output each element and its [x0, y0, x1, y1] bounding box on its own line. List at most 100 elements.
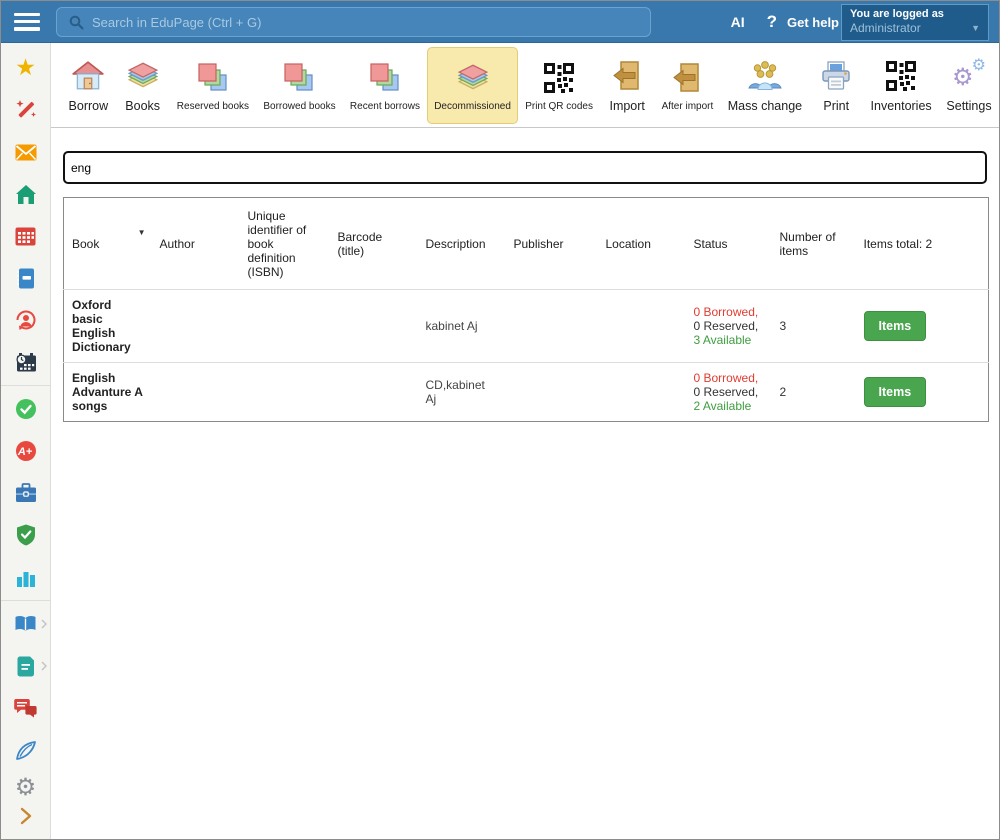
sidebar-item-home[interactable] — [1, 173, 51, 215]
column-header-author[interactable]: Author — [152, 198, 240, 290]
status-reserved: 0 Reserved, — [694, 385, 759, 399]
isbn-cell — [240, 363, 330, 422]
sidebar-item-wizard[interactable] — [1, 89, 51, 131]
top-bar: AI ? Get help You are logged as Administ… — [1, 1, 999, 43]
logged-as-label: You are logged as — [850, 8, 980, 20]
sidebar-item-notes[interactable] — [1, 645, 51, 687]
sidebar-divider — [1, 385, 50, 386]
envelope-icon — [15, 144, 37, 161]
star-icon: ★ — [15, 57, 36, 80]
calendar-icon — [15, 226, 36, 246]
timetable-calendar-clock-icon — [15, 352, 37, 373]
toolbar-item-borrow[interactable]: Borrow — [61, 47, 116, 124]
books-table: Book ▼ Author Unique identifier of book … — [63, 197, 987, 422]
sidebar-item-results[interactable] — [1, 556, 51, 598]
toolbar-item-import[interactable]: Import — [600, 47, 654, 124]
toolbar-item-label: Borrow — [69, 99, 109, 113]
expand-chevron-icon — [20, 807, 32, 825]
column-header-isbn[interactable]: Unique identifier of book definition (IS… — [240, 198, 330, 290]
get-help-button[interactable]: ? Get help — [767, 12, 839, 32]
toolbar-item-decommissioned[interactable]: Decommissioned — [427, 47, 518, 124]
attendance-check-icon — [15, 398, 37, 420]
question-mark-icon: ? — [767, 12, 777, 32]
sidebar-divider — [1, 600, 50, 601]
sidebar-item-favorites[interactable]: ★ — [1, 47, 51, 89]
sidebar-item-notebook[interactable] — [1, 257, 51, 299]
toolbar-item-label: Import — [609, 99, 644, 113]
toolbar-item-label: Print — [823, 99, 849, 113]
location-cell — [598, 363, 686, 422]
sidebar-item-settings[interactable]: ⚙ — [1, 771, 51, 803]
sidebar-item-grades[interactable]: A+ — [1, 430, 51, 472]
sidebar-item-agenda-briefcase[interactable] — [1, 472, 51, 514]
column-header-book[interactable]: Book ▼ — [64, 198, 152, 290]
toolbar-item-reserved-books[interactable]: Reserved books — [170, 47, 257, 124]
sidebar-item-chat[interactable] — [1, 687, 51, 729]
topbar-actions: AI ? Get help — [731, 1, 839, 43]
hamburger-menu-icon[interactable] — [14, 13, 40, 31]
sidebar-expand-button[interactable] — [1, 803, 51, 829]
column-header-number-of-items[interactable]: Number of items — [772, 198, 856, 290]
account-dropdown[interactable]: You are logged as Administrator ▼ — [841, 4, 989, 41]
book-title: English Advanture A songs — [64, 363, 152, 422]
toolbar-item-label: Print QR codes — [525, 101, 593, 112]
column-header-status[interactable]: Status — [686, 198, 772, 290]
notebook-icon — [16, 268, 36, 289]
qr-code-icon — [543, 59, 575, 97]
status-cell: 0 Borrowed, 0 Reserved, 2 Available — [686, 363, 772, 422]
toolbar-item-settings[interactable]: ⚙⚙ Settings — [939, 47, 999, 124]
column-header-label: Book — [72, 237, 99, 251]
house-icon — [15, 184, 37, 205]
publisher-cell — [506, 363, 598, 422]
magic-wand-icon — [15, 99, 37, 121]
status-cell: 0 Borrowed, 0 Reserved, 3 Available — [686, 290, 772, 363]
house-icon — [71, 57, 105, 95]
sidebar-item-timetable[interactable] — [1, 215, 51, 257]
column-header-publisher[interactable]: Publisher — [506, 198, 598, 290]
sort-desc-icon: ▼ — [138, 228, 146, 237]
toolbar-item-mass-change[interactable]: Mass change — [721, 47, 810, 124]
status-borrowed: 0 Borrowed, — [694, 305, 759, 319]
column-header-location[interactable]: Location — [598, 198, 686, 290]
toolbar-item-books[interactable]: Books — [116, 47, 170, 124]
import-arrow-icon — [612, 57, 642, 95]
author-cell — [152, 363, 240, 422]
column-header-barcode[interactable]: Barcode (title) — [330, 198, 418, 290]
global-search-input[interactable] — [92, 15, 592, 30]
people-group-icon — [747, 57, 783, 95]
main-content: Borrow Books — [51, 43, 999, 839]
toolbar-item-after-import[interactable]: After import — [654, 47, 720, 124]
toolbar-item-recent-borrows[interactable]: Recent borrows — [343, 47, 427, 124]
book-stack-icon — [126, 57, 160, 95]
toolbar-item-borrowed-books[interactable]: Borrowed books — [256, 47, 343, 124]
qr-code-icon — [885, 57, 917, 95]
app-window: AI ? Get help You are logged as Administ… — [0, 0, 1000, 840]
barcode-cell — [330, 290, 418, 363]
stacked-squares-icon — [198, 59, 228, 97]
sidebar-item-timetable-agenda[interactable] — [1, 341, 51, 383]
sidebar-item-library[interactable] — [1, 603, 51, 645]
book-filter-input[interactable] — [63, 151, 987, 184]
number-of-items-cell: 2 — [772, 363, 856, 422]
module-toolbar: Borrow Books — [51, 43, 999, 128]
library-book-icon — [14, 614, 37, 634]
sidebar-item-messages[interactable] — [1, 131, 51, 173]
toolbar-item-inventories[interactable]: Inventories — [863, 47, 939, 124]
items-button[interactable]: Items — [864, 311, 927, 341]
toolbar-item-label: Books — [125, 99, 160, 113]
sidebar-item-attendance[interactable] — [1, 388, 51, 430]
toolbar-item-print-qr-codes[interactable]: Print QR codes — [518, 47, 600, 124]
status-available: 2 Available — [694, 399, 752, 413]
global-search[interactable] — [56, 7, 651, 37]
toolbar-item-label: Recent borrows — [350, 101, 420, 112]
ai-button[interactable]: AI — [731, 14, 745, 30]
toolbar-item-print[interactable]: Print — [809, 47, 863, 124]
toolbar-item-label: Reserved books — [177, 101, 249, 112]
gears-icon: ⚙⚙ — [952, 57, 986, 95]
sidebar-item-substitution[interactable] — [1, 299, 51, 341]
sidebar-item-exams-pen[interactable] — [1, 729, 51, 771]
items-button[interactable]: Items — [864, 377, 927, 407]
description-cell: CD,kabinet Aj — [418, 363, 506, 422]
sidebar-item-behavior[interactable] — [1, 514, 51, 556]
column-header-description[interactable]: Description — [418, 198, 506, 290]
